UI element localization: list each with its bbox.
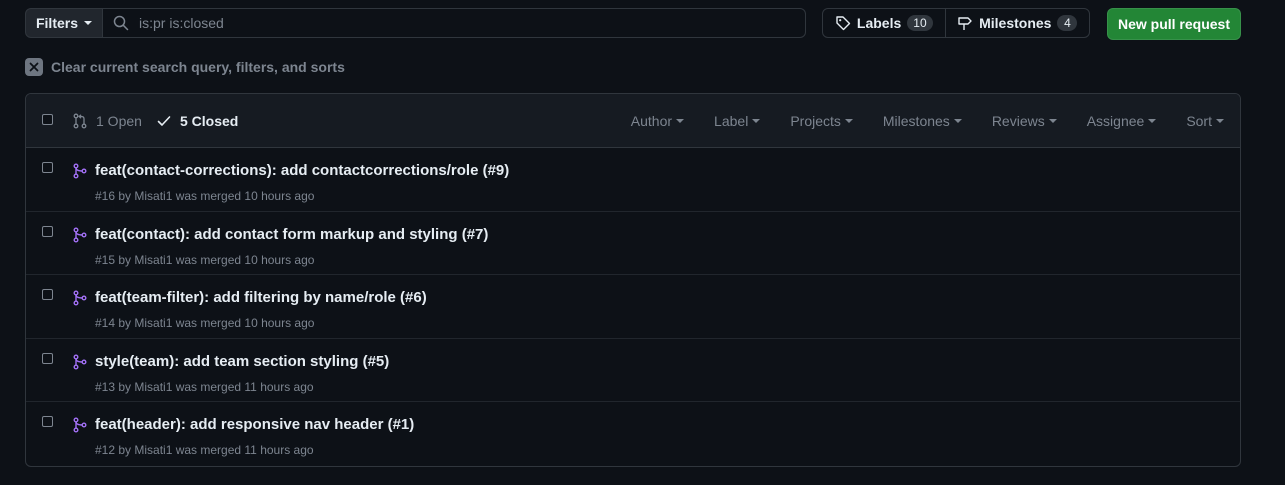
milestones-filter-label: Milestones — [882, 113, 950, 129]
chevron-down-icon — [953, 119, 962, 123]
milestones-filter[interactable]: Milestones — [883, 113, 962, 129]
pr-title-link[interactable]: feat(team-filter): add filtering by name… — [95, 289, 427, 306]
pr-title-link[interactable]: style(team): add team section styling (#… — [95, 353, 389, 370]
closed-filter[interactable]: 5 Closed — [156, 113, 238, 129]
list-item: feat(contact-corrections): add contactco… — [26, 148, 1240, 212]
reviews-filter[interactable]: Reviews — [992, 113, 1057, 129]
pr-meta: #16 by Misati1 was merged 10 hours ago — [95, 189, 315, 203]
milestones-count: 4 — [1057, 15, 1078, 31]
chevron-down-icon — [1216, 119, 1224, 123]
milestones-label: Milestones — [979, 15, 1052, 31]
chevron-down-icon — [752, 119, 761, 123]
git-merge-icon — [73, 227, 87, 242]
select-all-checkbox[interactable] — [42, 114, 53, 125]
assignee-filter[interactable]: Assignee — [1087, 113, 1157, 129]
row-checkbox[interactable] — [42, 289, 53, 300]
milestone-icon — [958, 17, 972, 30]
author-filter-label: Author — [630, 113, 673, 129]
sort-filter-label: Sort — [1186, 113, 1212, 129]
label-filter-label: Label — [714, 113, 749, 129]
filters-button[interactable]: Filters — [25, 8, 103, 38]
pull-requests-page: Filters Labels 10 — [0, 0, 1285, 485]
x-icon — [25, 58, 43, 76]
check-icon — [157, 116, 171, 126]
toolbar: Filters Labels 10 — [25, 8, 1241, 40]
tag-icon — [836, 16, 851, 31]
header-filters: Author Label Projects Milestones Reviews… — [631, 113, 1224, 129]
chevron-down-icon — [84, 21, 92, 25]
pr-meta: #14 by Misati1 was merged 10 hours ago — [95, 316, 315, 330]
milestones-button[interactable]: Milestones 4 — [946, 9, 1089, 37]
search-box[interactable] — [103, 8, 806, 38]
pr-title-link[interactable]: feat(contact): add contact form markup a… — [95, 226, 488, 243]
labels-label: Labels — [856, 15, 902, 31]
search-icon — [113, 15, 129, 31]
list-item: feat(header): add responsive nav header … — [26, 402, 1240, 466]
label-filter[interactable]: Label — [714, 113, 761, 129]
author-filter[interactable]: Author — [630, 113, 685, 129]
chevron-down-icon — [1148, 119, 1157, 123]
labels-button[interactable]: Labels 10 — [823, 9, 946, 37]
filters-label: Filters — [35, 15, 78, 31]
list-item: feat(contact): add contact form markup a… — [26, 212, 1240, 275]
pr-meta: #12 by Misati1 was merged 11 hours ago — [95, 443, 314, 457]
git-pull-request-icon — [73, 113, 87, 129]
git-merge-icon — [73, 354, 87, 369]
pr-title-link[interactable]: feat(contact-corrections): add contactco… — [95, 162, 509, 179]
pull-request-list: 1 Open 5 Closed Author Label Projects Mi… — [25, 93, 1241, 467]
row-checkbox[interactable] — [42, 225, 53, 237]
closed-count-label: 5 Closed — [180, 113, 239, 129]
projects-filter[interactable]: Projects — [790, 113, 853, 129]
labels-count: 10 — [907, 15, 933, 31]
list-item: style(team): add team section styling (#… — [26, 339, 1240, 402]
row-checkbox[interactable] — [42, 352, 53, 364]
chevron-down-icon — [844, 119, 853, 123]
git-merge-icon — [73, 417, 87, 433]
open-count-label: 1 Open — [96, 113, 142, 129]
clear-query-link[interactable]: Clear current search query, filters, and… — [25, 58, 345, 76]
open-filter[interactable]: 1 Open — [72, 113, 142, 129]
labels-milestones-group: Labels 10 Milestones 4 — [822, 8, 1090, 38]
pr-meta: #13 by Misati1 was merged 11 hours ago — [95, 379, 314, 394]
clear-query-label: Clear current search query, filters, and… — [51, 59, 345, 75]
search-input[interactable] — [137, 14, 741, 32]
chevron-down-icon — [676, 119, 685, 123]
list-item: feat(team-filter): add filtering by name… — [26, 275, 1240, 339]
pr-meta: #15 by Misati1 was merged 10 hours ago — [95, 252, 315, 267]
list-header: 1 Open 5 Closed Author Label Projects Mi… — [26, 94, 1240, 148]
pr-title-link[interactable]: feat(header): add responsive nav header … — [95, 416, 414, 433]
row-checkbox[interactable] — [42, 162, 53, 173]
git-merge-icon — [73, 290, 87, 306]
chevron-down-icon — [1048, 119, 1057, 123]
projects-filter-label: Projects — [790, 113, 841, 129]
assignee-filter-label: Assignee — [1086, 113, 1145, 129]
reviews-filter-label: Reviews — [991, 113, 1045, 129]
new-pull-request-button[interactable]: New pull request — [1107, 8, 1241, 40]
row-checkbox[interactable] — [42, 416, 53, 427]
git-merge-icon — [73, 163, 87, 179]
sort-filter[interactable]: Sort — [1186, 113, 1224, 129]
